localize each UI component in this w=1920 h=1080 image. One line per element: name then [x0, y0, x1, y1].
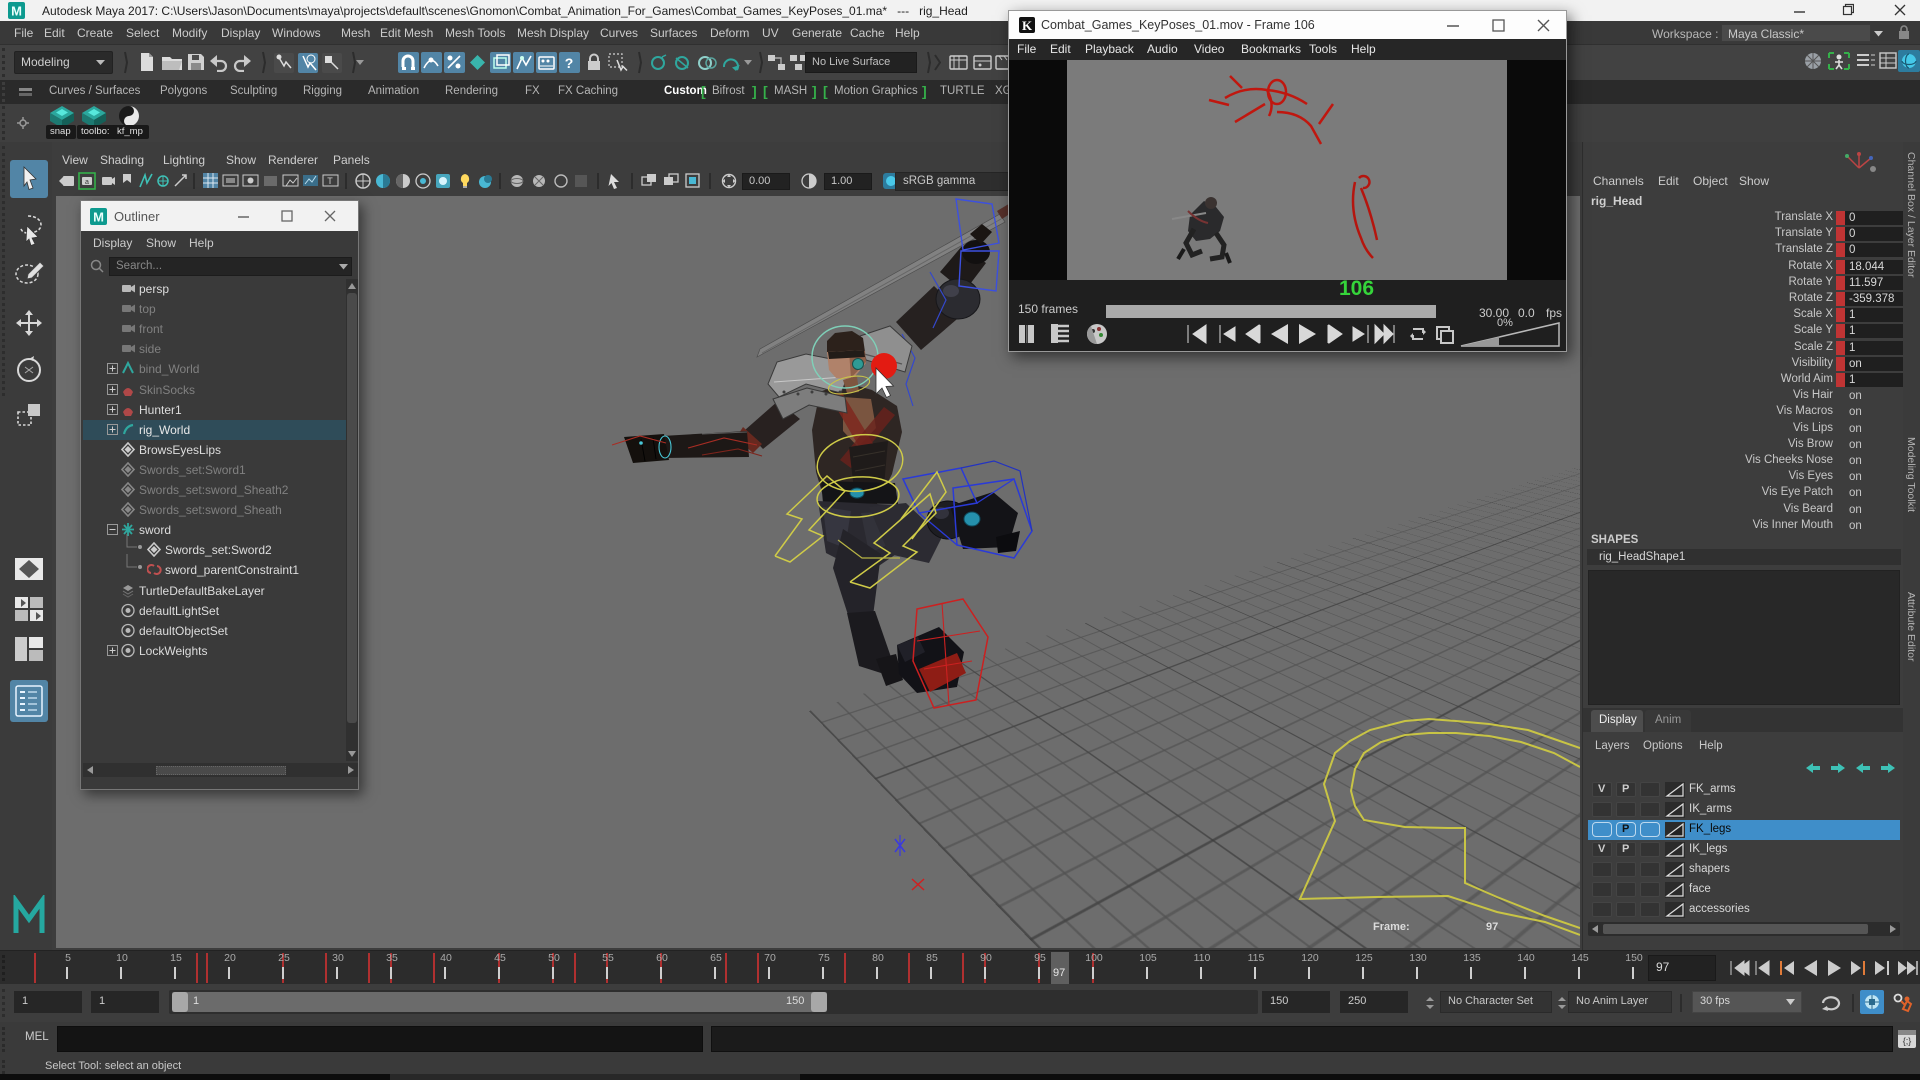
svg-text:M: M: [93, 210, 104, 225]
svg-text:a: a: [85, 179, 89, 186]
svg-text:?: ?: [565, 55, 574, 71]
svg-text:K: K: [1022, 18, 1033, 33]
svg-text:M: M: [11, 4, 22, 19]
svg-text:{;}: {;}: [1903, 1036, 1912, 1046]
svg-text:T: T: [327, 176, 333, 186]
